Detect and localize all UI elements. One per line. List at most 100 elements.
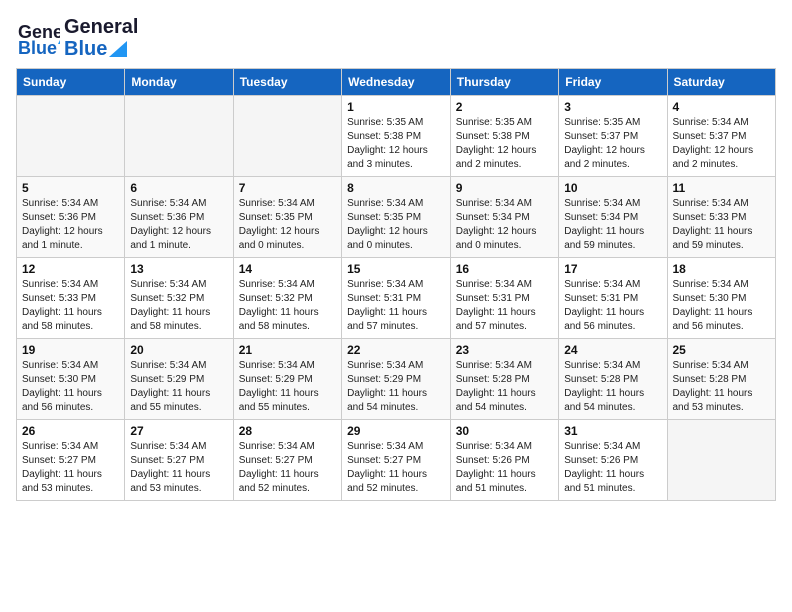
calendar-cell: 25 Sunrise: 5:34 AM Sunset: 5:28 PM Dayli… xyxy=(667,339,776,420)
day-number: 20 xyxy=(130,343,227,357)
calendar-cell: 5Sunrise: 5:34 AM Sunset: 5:36 PM Daylig… xyxy=(17,177,125,258)
calendar-week-row: 12Sunrise: 5:34 AM Sunset: 5:33 PM Dayli… xyxy=(17,258,776,339)
calendar-cell: 20 Sunrise: 5:34 AM Sunset: 5:29 PM Dayli… xyxy=(125,339,233,420)
day-info: Sunrise: 5:34 AM Sunset: 5:28 PM Dayligh… xyxy=(673,359,771,415)
day-info: Sunrise: 5:34 AM Sunset: 5:26 PM Dayligh… xyxy=(456,440,553,496)
calendar-cell: 3Sunrise: 5:35 AM Sunset: 5:37 PM Daylig… xyxy=(559,96,667,177)
calendar-cell: 16Sunrise: 5:34 AM Sunset: 5:31 PM Dayli… xyxy=(450,258,558,339)
calendar-cell xyxy=(17,96,125,177)
calendar-cell: 21 Sunrise: 5:34 AM Sunset: 5:29 PM Dayli… xyxy=(233,339,341,420)
calendar-cell: 19Sunrise: 5:34 AM Sunset: 5:30 PM Dayli… xyxy=(17,339,125,420)
calendar-cell: 2 Sunrise: 5:35 AM Sunset: 5:38 PM Daylig… xyxy=(450,96,558,177)
calendar-week-row: 19Sunrise: 5:34 AM Sunset: 5:30 PM Dayli… xyxy=(17,339,776,420)
day-number: 31 xyxy=(564,424,661,438)
day-info: Sunrise: 5:34 AM Sunset: 5:29 PM Dayligh… xyxy=(130,359,227,415)
logo: General Blue General Blue xyxy=(16,16,138,60)
day-number: 9 xyxy=(456,181,553,195)
calendar-cell: 28 Sunrise: 5:34 AM Sunset: 5:27 PM Dayli… xyxy=(233,420,341,501)
calendar-cell: 13Sunrise: 5:34 AM Sunset: 5:32 PM Dayli… xyxy=(125,258,233,339)
day-info: Sunrise: 5:34 AM Sunset: 5:31 PM Dayligh… xyxy=(347,278,445,334)
day-info: Sunrise: 5:34 AM Sunset: 5:27 PM Dayligh… xyxy=(22,440,119,496)
day-number: 23 xyxy=(456,343,553,357)
day-number: 13 xyxy=(130,262,227,276)
calendar-cell: 11Sunrise: 5:34 AM Sunset: 5:33 PM Dayli… xyxy=(667,177,776,258)
logo-general-text: General xyxy=(64,16,138,38)
day-number: 24 xyxy=(564,343,661,357)
calendar-header-row: SundayMondayTuesdayWednesdayThursdayFrid… xyxy=(17,69,776,96)
day-number: 1 xyxy=(347,100,445,114)
calendar-cell: 26 Sunrise: 5:34 AM Sunset: 5:27 PM Dayli… xyxy=(17,420,125,501)
day-number: 22 xyxy=(347,343,445,357)
day-number: 28 xyxy=(239,424,336,438)
calendar-cell: 14Sunrise: 5:34 AM Sunset: 5:32 PM Dayli… xyxy=(233,258,341,339)
day-info: Sunrise: 5:34 AM Sunset: 5:30 PM Dayligh… xyxy=(22,359,119,415)
day-info: Sunrise: 5:34 AM Sunset: 5:27 PM Dayligh… xyxy=(239,440,336,496)
calendar-week-row: 1 Sunrise: 5:35 AM Sunset: 5:38 PM Daylig… xyxy=(17,96,776,177)
day-number: 8 xyxy=(347,181,445,195)
weekday-header-monday: Monday xyxy=(125,69,233,96)
weekday-header-thursday: Thursday xyxy=(450,69,558,96)
day-number: 26 xyxy=(22,424,119,438)
calendar-cell: 27 Sunrise: 5:34 AM Sunset: 5:27 PM Dayli… xyxy=(125,420,233,501)
calendar-cell: 17 Sunrise: 5:34 AM Sunset: 5:31 PM Dayli… xyxy=(559,258,667,339)
calendar-cell: 6Sunrise: 5:34 AM Sunset: 5:36 PM Daylig… xyxy=(125,177,233,258)
calendar-cell: 9 Sunrise: 5:34 AM Sunset: 5:34 PM Daylig… xyxy=(450,177,558,258)
day-info: Sunrise: 5:34 AM Sunset: 5:26 PM Dayligh… xyxy=(564,440,661,496)
day-number: 29 xyxy=(347,424,445,438)
day-info: Sunrise: 5:34 AM Sunset: 5:31 PM Dayligh… xyxy=(456,278,553,334)
day-number: 21 xyxy=(239,343,336,357)
logo-blue-text: Blue xyxy=(64,38,107,60)
weekday-header-friday: Friday xyxy=(559,69,667,96)
page-header: General Blue General Blue xyxy=(16,16,776,60)
calendar-cell: 1 Sunrise: 5:35 AM Sunset: 5:38 PM Daylig… xyxy=(342,96,451,177)
day-info: Sunrise: 5:34 AM Sunset: 5:31 PM Dayligh… xyxy=(564,278,661,334)
calendar-cell: 7 Sunrise: 5:34 AM Sunset: 5:35 PM Daylig… xyxy=(233,177,341,258)
logo-triangle-icon xyxy=(109,41,127,57)
calendar-cell: 8 Sunrise: 5:34 AM Sunset: 5:35 PM Daylig… xyxy=(342,177,451,258)
calendar-cell: 24 Sunrise: 5:34 AM Sunset: 5:28 PM Dayli… xyxy=(559,339,667,420)
calendar-cell: 12Sunrise: 5:34 AM Sunset: 5:33 PM Dayli… xyxy=(17,258,125,339)
calendar-cell xyxy=(233,96,341,177)
day-info: Sunrise: 5:34 AM Sunset: 5:35 PM Dayligh… xyxy=(347,197,445,253)
day-number: 7 xyxy=(239,181,336,195)
day-number: 10 xyxy=(564,181,661,195)
day-info: Sunrise: 5:34 AM Sunset: 5:29 PM Dayligh… xyxy=(347,359,445,415)
day-info: Sunrise: 5:34 AM Sunset: 5:27 PM Dayligh… xyxy=(130,440,227,496)
day-number: 25 xyxy=(673,343,771,357)
calendar-cell: 4 Sunrise: 5:34 AM Sunset: 5:37 PM Daylig… xyxy=(667,96,776,177)
calendar-cell xyxy=(667,420,776,501)
day-info: Sunrise: 5:35 AM Sunset: 5:38 PM Dayligh… xyxy=(347,116,445,172)
day-info: Sunrise: 5:34 AM Sunset: 5:30 PM Dayligh… xyxy=(673,278,771,334)
day-info: Sunrise: 5:34 AM Sunset: 5:29 PM Dayligh… xyxy=(239,359,336,415)
svg-text:Blue: Blue xyxy=(18,38,57,58)
day-number: 27 xyxy=(130,424,227,438)
day-info: Sunrise: 5:35 AM Sunset: 5:38 PM Dayligh… xyxy=(456,116,553,172)
weekday-header-tuesday: Tuesday xyxy=(233,69,341,96)
calendar-table: SundayMondayTuesdayWednesdayThursdayFrid… xyxy=(16,68,776,501)
day-info: Sunrise: 5:34 AM Sunset: 5:34 PM Dayligh… xyxy=(564,197,661,253)
day-info: Sunrise: 5:34 AM Sunset: 5:36 PM Dayligh… xyxy=(130,197,227,253)
weekday-header-sunday: Sunday xyxy=(17,69,125,96)
day-number: 3 xyxy=(564,100,661,114)
day-number: 15 xyxy=(347,262,445,276)
day-info: Sunrise: 5:34 AM Sunset: 5:35 PM Dayligh… xyxy=(239,197,336,253)
day-number: 4 xyxy=(673,100,771,114)
day-number: 11 xyxy=(673,181,771,195)
calendar-week-row: 5Sunrise: 5:34 AM Sunset: 5:36 PM Daylig… xyxy=(17,177,776,258)
calendar-cell: 15 Sunrise: 5:34 AM Sunset: 5:31 PM Dayli… xyxy=(342,258,451,339)
calendar-cell: 22 Sunrise: 5:34 AM Sunset: 5:29 PM Dayli… xyxy=(342,339,451,420)
weekday-header-wednesday: Wednesday xyxy=(342,69,451,96)
calendar-week-row: 26 Sunrise: 5:34 AM Sunset: 5:27 PM Dayli… xyxy=(17,420,776,501)
calendar-cell: 31 Sunrise: 5:34 AM Sunset: 5:26 PM Dayli… xyxy=(559,420,667,501)
day-number: 17 xyxy=(564,262,661,276)
calendar-cell: 30Sunrise: 5:34 AM Sunset: 5:26 PM Dayli… xyxy=(450,420,558,501)
day-info: Sunrise: 5:34 AM Sunset: 5:36 PM Dayligh… xyxy=(22,197,119,253)
day-info: Sunrise: 5:34 AM Sunset: 5:28 PM Dayligh… xyxy=(564,359,661,415)
calendar-cell: 18Sunrise: 5:34 AM Sunset: 5:30 PM Dayli… xyxy=(667,258,776,339)
calendar-cell xyxy=(125,96,233,177)
day-info: Sunrise: 5:34 AM Sunset: 5:34 PM Dayligh… xyxy=(456,197,553,253)
day-number: 2 xyxy=(456,100,553,114)
day-info: Sunrise: 5:34 AM Sunset: 5:33 PM Dayligh… xyxy=(22,278,119,334)
day-info: Sunrise: 5:34 AM Sunset: 5:28 PM Dayligh… xyxy=(456,359,553,415)
day-info: Sunrise: 5:34 AM Sunset: 5:37 PM Dayligh… xyxy=(673,116,771,172)
